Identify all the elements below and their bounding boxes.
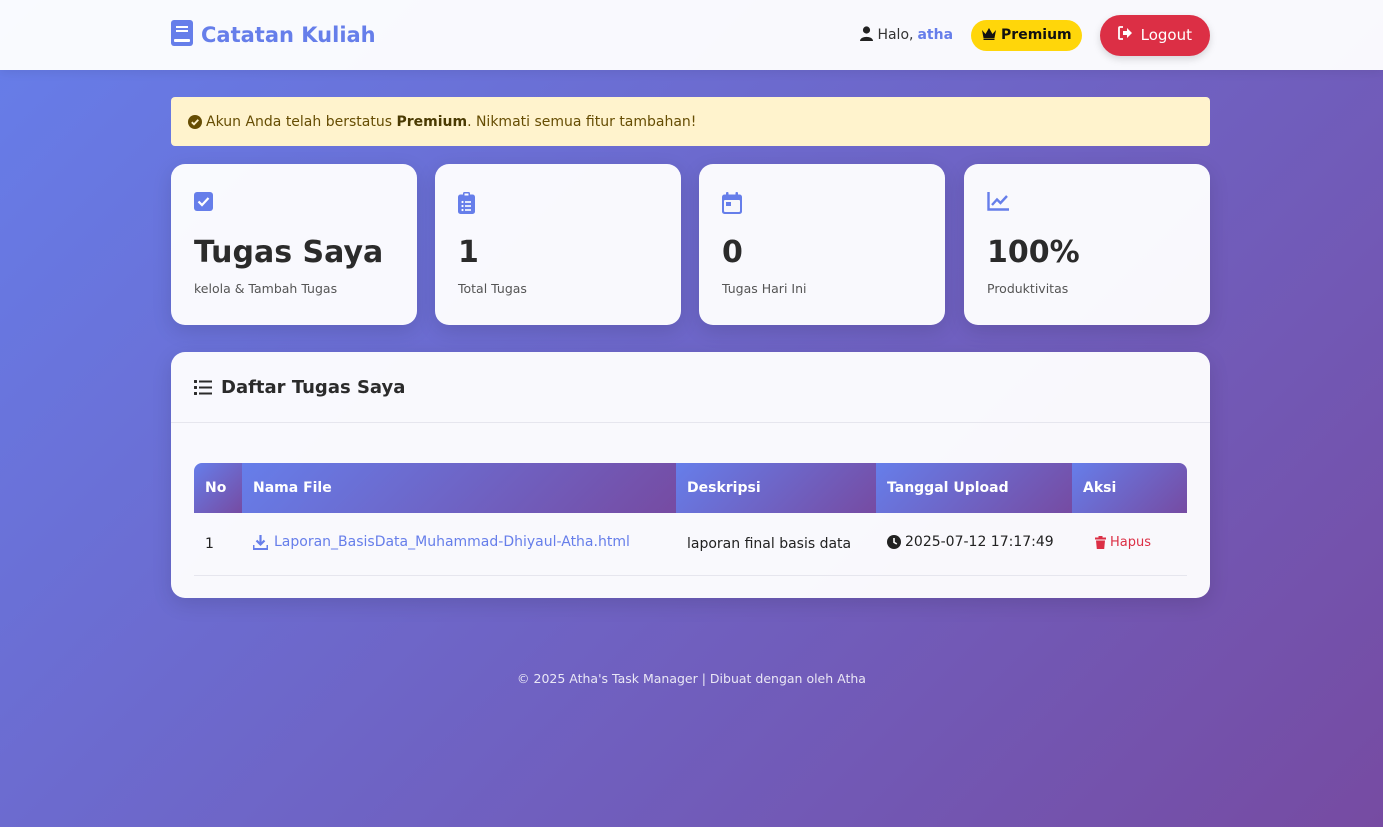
task-list-title: Daftar Tugas Saya <box>221 376 406 398</box>
stat-value: Tugas Saya <box>194 235 384 270</box>
check-circle-icon <box>188 114 202 129</box>
stat-card-tasks[interactable]: Tugas Saya kelola & Tambah Tugas <box>171 164 417 325</box>
cell-description: laporan final basis data <box>676 513 876 576</box>
footer: © 2025 Atha's Task Manager | Dibuat deng… <box>517 671 866 686</box>
upload-date-text: 2025-07-12 17:17:49 <box>905 534 1054 551</box>
column-header-no: No <box>194 463 242 513</box>
cell-upload-date: 2025-07-12 17:17:49 <box>876 513 1072 576</box>
task-list-card: Daftar Tugas Saya No Nama File Deskripsi… <box>171 352 1210 598</box>
stat-card-productivity: 100% Produktivitas <box>964 164 1210 325</box>
list-icon <box>194 379 212 395</box>
cell-actions: Hapus <box>1072 513 1187 576</box>
alert-strong: Premium <box>396 113 468 130</box>
book-icon <box>171 20 193 50</box>
column-header-upload-date: Tanggal Upload <box>876 463 1072 513</box>
column-header-actions: Aksi <box>1072 463 1187 513</box>
delete-button[interactable]: Hapus <box>1095 535 1151 550</box>
stat-card-total: 1 Total Tugas <box>435 164 681 325</box>
download-icon <box>253 534 268 550</box>
file-download-link[interactable]: Laporan_BasisData_Muhammad-Dhiyaul-Atha.… <box>253 534 630 550</box>
cell-file: Laporan_BasisData_Muhammad-Dhiyaul-Atha.… <box>242 513 676 576</box>
clock-icon <box>887 535 901 550</box>
alert-suffix: . Nikmati semua fitur tambahan! <box>467 113 697 130</box>
check-square-icon <box>194 192 394 218</box>
stat-label: Produktivitas <box>987 281 1069 296</box>
task-list-header: Daftar Tugas Saya <box>171 352 1210 423</box>
sign-out-icon <box>1117 26 1133 44</box>
stat-value: 0 <box>722 235 743 270</box>
file-name: Laporan_BasisData_Muhammad-Dhiyaul-Atha.… <box>274 534 630 550</box>
crown-icon <box>981 27 997 44</box>
column-header-description: Deskripsi <box>676 463 876 513</box>
stats-row: Tugas Saya kelola & Tambah Tugas 1 Total… <box>171 164 1210 325</box>
logout-button[interactable]: Logout <box>1099 14 1210 56</box>
brand[interactable]: Catatan Kuliah <box>171 20 376 50</box>
stat-label: kelola & Tambah Tugas <box>194 281 338 296</box>
stat-label: Total Tugas <box>458 281 527 296</box>
table-header-row: No Nama File Deskripsi Tanggal Upload Ak… <box>194 463 1187 513</box>
stat-card-today: 0 Tugas Hari Ini <box>699 164 945 325</box>
greeting-text: Halo, <box>877 27 914 43</box>
brand-title: Catatan Kuliah <box>201 23 376 47</box>
navbar-inner: Catatan Kuliah Halo, atha Premium Logout <box>171 0 1210 70</box>
cell-no: 1 <box>194 513 242 576</box>
user-icon <box>860 25 874 45</box>
premium-alert: Akun Anda telah berstatus Premium. Nikma… <box>171 97 1210 146</box>
delete-label: Hapus <box>1110 534 1152 550</box>
premium-badge: Premium <box>971 19 1082 51</box>
stat-value: 100% <box>987 235 1080 270</box>
calendar-icon <box>722 192 922 218</box>
logout-label: Logout <box>1140 26 1192 44</box>
table-row: 1 Laporan_BasisData_Muhammad-Dhiyaul-Ath… <box>194 513 1187 576</box>
navbar: Catatan Kuliah Halo, atha Premium Logout <box>0 0 1383 70</box>
alert-prefix: Akun Anda telah berstatus <box>206 113 392 130</box>
stat-value: 1 <box>458 235 479 270</box>
premium-label: Premium <box>1001 27 1072 43</box>
stat-label: Tugas Hari Ini <box>722 281 807 296</box>
user-greeting: Halo, atha <box>860 25 954 45</box>
username: atha <box>917 27 954 43</box>
task-table-wrap: No Nama File Deskripsi Tanggal Upload Ak… <box>194 463 1187 576</box>
column-header-file: Nama File <box>242 463 676 513</box>
task-table: No Nama File Deskripsi Tanggal Upload Ak… <box>194 463 1187 576</box>
clipboard-list-icon <box>458 192 658 218</box>
navbar-right: Halo, atha Premium Logout <box>860 14 1210 56</box>
trash-icon <box>1095 535 1106 549</box>
chart-line-icon <box>987 192 1187 218</box>
upload-date: 2025-07-12 17:17:49 <box>887 534 1054 550</box>
